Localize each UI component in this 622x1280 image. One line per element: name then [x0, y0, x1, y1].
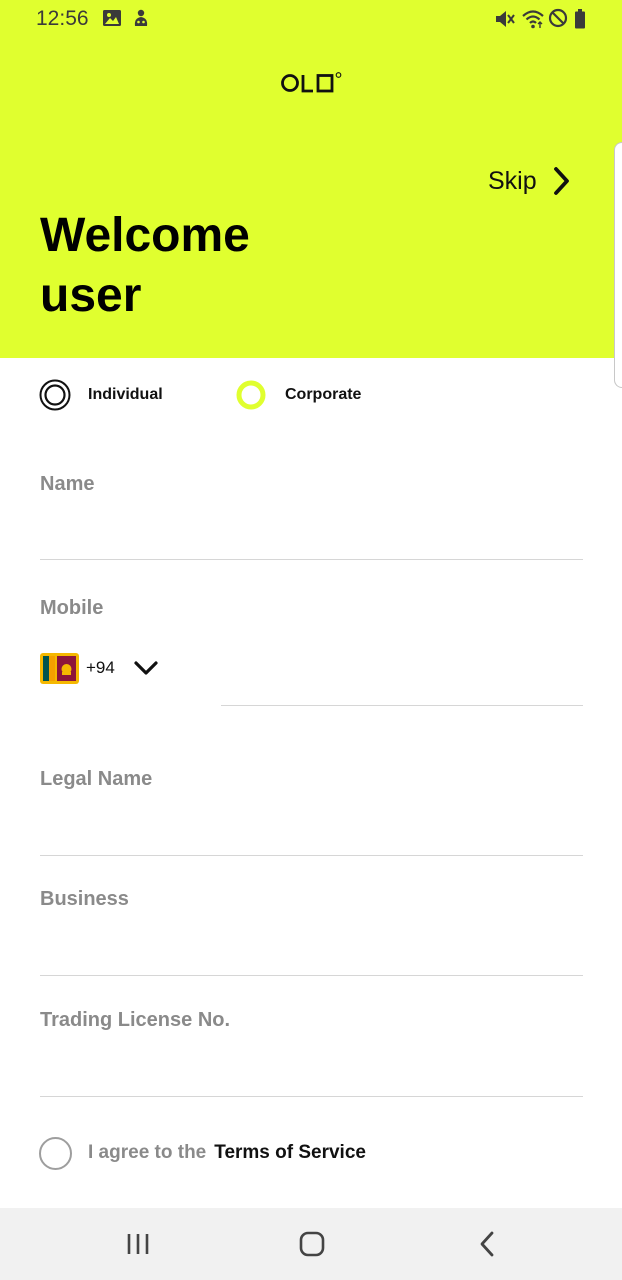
agree-text: I agree to the [88, 1142, 207, 1163]
corporate-label: Corporate [285, 386, 362, 403]
radio-unselected-icon [236, 380, 266, 410]
welcome-line-2: user [40, 269, 142, 322]
individual-label: Individual [88, 386, 163, 403]
battery-icon [575, 9, 585, 29]
status-time: 12:56 [36, 7, 89, 30]
mobile-input[interactable] [221, 660, 583, 706]
country-code-selector[interactable]: +94 [40, 652, 159, 684]
sri-lanka-flag-icon [40, 652, 79, 684]
terms-of-service-link[interactable]: Terms of Service [214, 1142, 366, 1164]
welcome-heading: Welcome user [40, 206, 250, 326]
home-icon[interactable] [298, 1230, 326, 1258]
account-type-corporate[interactable]: Corporate [236, 378, 361, 412]
skip-button[interactable]: Skip [488, 164, 571, 198]
recent-apps-icon[interactable] [124, 1230, 152, 1258]
mute-icon [496, 11, 515, 27]
skip-label: Skip [488, 166, 537, 195]
image-icon [103, 10, 121, 26]
agree-checkbox[interactable] [39, 1136, 72, 1170]
dial-code: +94 [86, 658, 115, 677]
olo-logo [281, 72, 342, 93]
business-input[interactable] [40, 932, 583, 976]
name-label: Name [40, 473, 95, 495]
legal-name-input[interactable] [40, 812, 583, 856]
system-nav-bar [0, 1208, 622, 1280]
chevron-right-icon [553, 167, 569, 195]
business-label: Business [40, 888, 129, 910]
do-not-disturb-icon [548, 8, 568, 28]
status-bar: 12:56 [0, 0, 622, 38]
mobile-label: Mobile [40, 597, 104, 619]
name-input[interactable] [40, 516, 583, 560]
trading-license-label: Trading License No. [40, 1009, 231, 1031]
account-type-individual[interactable]: Individual [39, 378, 163, 412]
header-banner: 12:56 Skip Welcome user [0, 0, 622, 358]
notification-app-icon [134, 9, 148, 26]
welcome-line-1: Welcome [40, 209, 250, 262]
edge-panel-handle[interactable] [614, 142, 622, 388]
radio-selected-icon [39, 379, 71, 411]
trading-license-input[interactable] [40, 1053, 583, 1097]
chevron-down-icon [134, 661, 158, 675]
terms-agreement: I agree to the Terms of Service [39, 1136, 366, 1170]
back-icon[interactable] [474, 1230, 502, 1258]
legal-name-label: Legal Name [40, 768, 153, 790]
wifi-icon [522, 10, 544, 29]
